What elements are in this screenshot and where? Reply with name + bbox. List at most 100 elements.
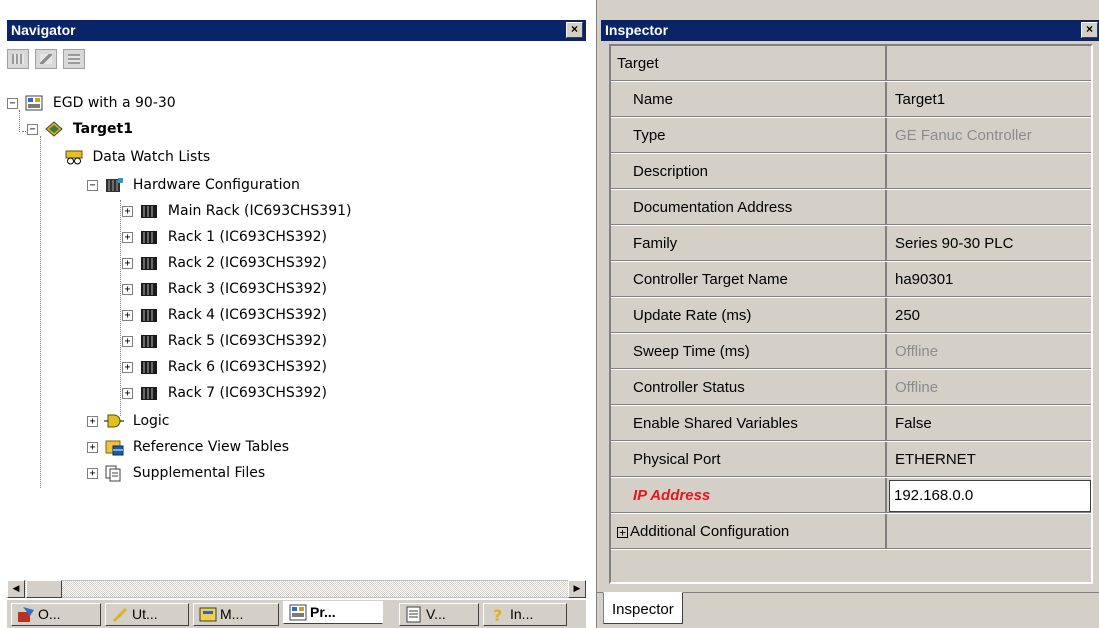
property-value[interactable]: Series 90-30 PLC [889, 226, 1091, 262]
expand-icon[interactable]: + [122, 257, 133, 269]
property-value[interactable]: 250 [889, 298, 1091, 334]
help-icon: ? [493, 606, 502, 623]
list-view-icon[interactable] [7, 49, 29, 69]
tree-item-rack-4[interactable]: + Rack 4 (IC693CHS392) [122, 302, 327, 328]
expand-icon[interactable]: + [87, 441, 98, 453]
property-value[interactable]: False [889, 406, 1091, 442]
tree-item-main-rack[interactable]: + Main Rack (IC693CHS391) [122, 198, 352, 224]
tree-item-data-watch-lists[interactable]: Data Watch Lists [64, 144, 210, 170]
property-value[interactable]: ha90301 [889, 262, 1091, 298]
tab-manager[interactable]: M... [193, 603, 279, 626]
tree-item-project[interactable]: − EGD with a 90-30 [7, 90, 176, 116]
expand-icon[interactable]: + [122, 335, 133, 347]
property-row-update-rate[interactable]: Update Rate (ms) 250 [611, 298, 1091, 334]
property-value[interactable]: ETHERNET [889, 442, 1091, 478]
expand-icon[interactable]: + [122, 283, 133, 295]
navigator-title: Navigator [11, 22, 76, 38]
tab-variables[interactable]: V... [399, 603, 479, 626]
tree-item-logic[interactable]: + Logic [87, 408, 170, 434]
tree-item-rack-2[interactable]: + Rack 2 (IC693CHS392) [122, 250, 327, 276]
inspector-panel: Inspector × Target Name Target1 Type GE … [596, 0, 1099, 628]
tab-utilities[interactable]: Ut... [105, 603, 189, 626]
tab-inspector[interactable]: Inspector [603, 592, 683, 624]
tree-item-label: Rack 2 (IC693CHS392) [167, 255, 327, 271]
grid-view-icon[interactable] [63, 49, 85, 69]
tree-item-label: Hardware Configuration [132, 177, 300, 193]
collapse-icon[interactable]: − [27, 123, 38, 135]
property-name: + Additional Configuration [611, 514, 887, 550]
property-row-controller-target-name[interactable]: Controller Target Name ha90301 [611, 262, 1091, 298]
tree-item-rack-1[interactable]: + Rack 1 (IC693CHS392) [122, 224, 327, 250]
expand-icon[interactable]: + [122, 309, 133, 321]
property-value [889, 46, 1091, 82]
property-row-additional-configuration[interactable]: + Additional Configuration [611, 514, 1091, 550]
scrollbar-thumb[interactable] [26, 580, 62, 598]
expand-icon[interactable]: + [617, 526, 628, 538]
tree-item-label: Target1 [72, 121, 133, 137]
property-row-name[interactable]: Name Target1 [611, 82, 1091, 118]
navigator-title-bar[interactable]: Navigator × [7, 20, 586, 41]
tab-info-help[interactable]: ? In... [483, 603, 567, 626]
property-row-target[interactable]: Target [611, 46, 1091, 82]
tree-item-label: Rack 7 (IC693CHS392) [167, 385, 327, 401]
project-tree: − EGD with a 90-30 − Target1 Data Watch … [7, 90, 586, 568]
tree-item-rack-5[interactable]: + Rack 5 (IC693CHS392) [122, 328, 327, 354]
navigator-close-button[interactable]: × [566, 22, 583, 38]
property-row-physical-port[interactable]: Physical Port ETHERNET [611, 442, 1091, 478]
property-row-enable-shared-variables[interactable]: Enable Shared Variables False [611, 406, 1091, 442]
tree-item-label: Rack 5 (IC693CHS392) [167, 333, 327, 349]
tree-item-rack-6[interactable]: + Rack 6 (IC693CHS392) [122, 354, 327, 380]
property-value[interactable]: Target1 [889, 82, 1091, 118]
rack-icon [141, 309, 158, 322]
property-value[interactable] [889, 190, 1091, 226]
tree-item-supplemental-files[interactable]: + Supplemental Files [87, 460, 265, 486]
scroll-left-icon[interactable]: ◀ [7, 580, 25, 598]
tree-item-label: EGD with a 90-30 [52, 95, 176, 111]
inspector-title-bar[interactable]: Inspector × [601, 20, 1099, 41]
tree-item-target[interactable]: − Target1 [27, 116, 133, 142]
tab-label: Pr... [310, 604, 336, 620]
tree-item-rack-3[interactable]: + Rack 3 (IC693CHS392) [122, 276, 327, 302]
tree-item-label: Rack 3 (IC693CHS392) [167, 281, 327, 297]
property-name: Description [611, 154, 887, 190]
navigator-tab-bar: O... Ut... M... Pr... V... ? In... [7, 600, 586, 628]
tree-item-hardware-configuration[interactable]: − Hardware Configuration [87, 172, 300, 198]
rack-icon [141, 361, 158, 374]
property-name: Name [611, 82, 887, 118]
property-row-documentation-address[interactable]: Documentation Address [611, 190, 1091, 226]
expand-icon[interactable]: + [87, 467, 98, 479]
inspector-close-button[interactable]: × [1081, 22, 1098, 38]
tab-options[interactable]: O... [11, 603, 101, 626]
property-name: Sweep Time (ms) [611, 334, 887, 370]
tree-item-rack-7[interactable]: + Rack 7 (IC693CHS392) [122, 380, 327, 406]
property-grid: Target Name Target1 Type GE Fanuc Contro… [609, 44, 1093, 584]
tree-item-label: Supplemental Files [132, 465, 266, 481]
tab-label: M... [220, 606, 244, 622]
ip-address-input[interactable]: 192.168.0.0 [889, 480, 1091, 512]
svg-text:?: ? [493, 606, 502, 623]
expand-icon[interactable]: + [122, 231, 133, 243]
expand-icon[interactable]: + [122, 205, 133, 217]
property-name: Enable Shared Variables [611, 406, 887, 442]
navigator-horizontal-scrollbar[interactable]: ◀ ▶ [7, 580, 586, 598]
edit-view-icon[interactable] [35, 49, 57, 69]
collapse-icon[interactable]: − [7, 97, 18, 109]
tree-item-reference-view-tables[interactable]: + Reference View Tables [87, 434, 289, 460]
expand-icon[interactable]: + [122, 361, 133, 373]
property-value[interactable] [889, 154, 1091, 190]
collapse-icon[interactable]: − [87, 179, 98, 191]
tab-label: Ut... [132, 606, 158, 622]
property-row-type[interactable]: Type GE Fanuc Controller [611, 118, 1091, 154]
property-name: Update Rate (ms) [611, 298, 887, 334]
tab-project[interactable]: Pr... [283, 601, 383, 624]
inspector-title: Inspector [605, 22, 669, 38]
property-row-ip-address[interactable]: IP Address 192.168.0.0 [611, 478, 1091, 514]
expand-icon[interactable]: + [122, 387, 133, 399]
scroll-right-icon[interactable]: ▶ [568, 580, 586, 598]
property-row-controller-status[interactable]: Controller Status Offline [611, 370, 1091, 406]
property-row-description[interactable]: Description [611, 154, 1091, 190]
property-row-sweep-time[interactable]: Sweep Time (ms) Offline [611, 334, 1091, 370]
project-icon [289, 604, 307, 621]
expand-icon[interactable]: + [87, 415, 98, 427]
property-row-family[interactable]: Family Series 90-30 PLC [611, 226, 1091, 262]
